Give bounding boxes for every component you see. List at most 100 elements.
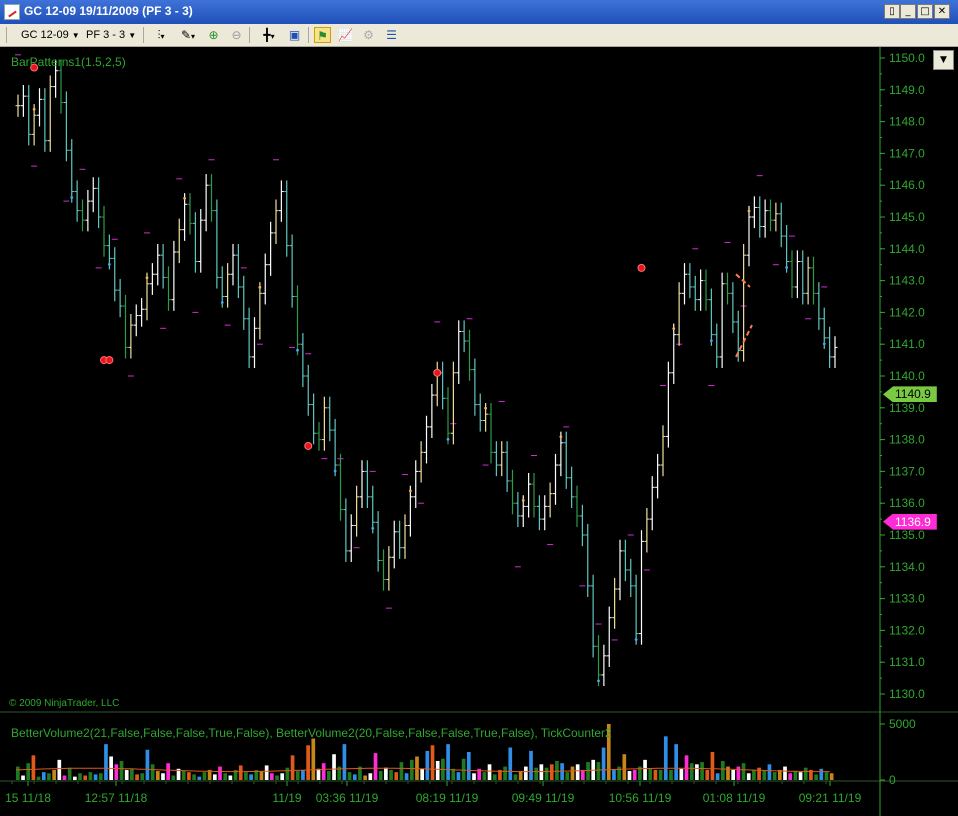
volume-bar	[741, 763, 746, 780]
volume-bar	[332, 754, 336, 780]
time-tick-label: 12:57 11/18	[85, 791, 148, 805]
price-tick-label: 1147.0	[889, 146, 925, 160]
period-selector[interactable]: PF 3 - 3 ▼	[86, 27, 136, 43]
volume-bar	[26, 763, 31, 780]
volume-bar	[140, 773, 145, 780]
volume-bar	[503, 766, 507, 780]
volume-bar	[772, 772, 777, 780]
drawing-tools-button[interactable]: ✎▾	[176, 27, 200, 43]
minimize-button[interactable]: _	[900, 4, 916, 19]
volume-bar	[363, 775, 367, 780]
maximize-button[interactable]: □	[917, 4, 933, 19]
time-tick-label: 08:19 11/19	[416, 791, 479, 805]
volume-bar	[523, 766, 528, 780]
volume-bar	[259, 771, 264, 780]
volume-bar	[420, 768, 424, 780]
pattern-dot	[559, 435, 563, 439]
reversal-dot	[105, 356, 114, 365]
time-tick-label: 11/19	[272, 791, 301, 805]
properties-button[interactable]: ⚙	[360, 27, 377, 43]
volume-bar	[67, 767, 72, 780]
price-tick-label: 1134.0	[889, 560, 925, 574]
volume-bar	[342, 744, 347, 780]
volume-bar	[124, 769, 129, 780]
close-button[interactable]: ✕	[934, 4, 950, 19]
zoom-out-icon: ⊖	[231, 28, 242, 42]
volume-bar	[555, 760, 559, 780]
close-icon: ✕	[937, 6, 947, 17]
zoom-out-button[interactable]: ⊖	[228, 27, 245, 43]
volume-bar	[435, 760, 440, 780]
pattern-dot	[597, 679, 600, 683]
volume-bar	[461, 758, 466, 780]
volume-bar	[793, 771, 798, 780]
volume-bar	[544, 767, 549, 780]
panel-menu-button[interactable]: ▼	[933, 50, 954, 70]
time-tick-label: 01:08 11/19	[703, 791, 766, 805]
strategies-button[interactable]: ⚑	[314, 27, 331, 43]
last-price-tag: 1140.9	[883, 386, 937, 403]
volume-indicator-label: BetterVolume2(21,False,False,False,True,…	[11, 726, 612, 740]
volume-bar	[767, 764, 772, 780]
volume-bar	[202, 772, 207, 780]
volume-bar	[700, 762, 704, 780]
indicators-button[interactable]: 📈	[337, 27, 354, 43]
indicator-chart-icon: 📈	[338, 28, 353, 42]
crosshair-icon: ╋	[263, 28, 271, 42]
volume-bar	[549, 764, 554, 780]
volume-bar	[21, 775, 25, 780]
data-box-button[interactable]: ▣	[286, 27, 303, 43]
pattern-dot	[258, 285, 262, 289]
price-tick-label: 1138.0	[889, 433, 925, 447]
toolbar-grip	[6, 27, 7, 43]
volume-bar	[529, 750, 533, 780]
pattern-dot	[70, 196, 74, 199]
list-icon: ☰	[386, 28, 397, 42]
volume-bar	[41, 772, 46, 780]
reversal-dot	[433, 368, 442, 377]
volume-bar	[316, 768, 321, 780]
volume-bar	[192, 774, 196, 780]
volume-bar	[710, 752, 715, 780]
app-chart-icon	[4, 4, 20, 20]
instrument-selector[interactable]: GC 12-09 ▼	[21, 27, 80, 43]
bar-style-button[interactable]: ⫶▾	[149, 27, 173, 43]
price-chart: 1150.0 1149.0 1148.0 1147.0 1146.0 1145.0 1144…	[0, 47, 958, 816]
volume-bar	[570, 766, 575, 780]
volume-bar	[581, 769, 585, 780]
price-tick-label: 1145.0	[889, 210, 925, 224]
pattern-dot	[747, 209, 751, 213]
volume-bar	[212, 774, 217, 780]
volume-bar	[36, 776, 41, 780]
volume-bar	[762, 771, 767, 780]
price-indicator-label: BarPatterns1(1.5,2,5)	[11, 55, 126, 69]
pattern-dot	[709, 339, 713, 343]
pattern-dot	[183, 196, 187, 200]
toolbar-separator	[308, 27, 309, 43]
instrument-label: GC 12-09	[21, 29, 69, 41]
volume-bar	[824, 772, 829, 780]
volume-bar	[83, 775, 88, 780]
pin-window-button[interactable]: ▯	[884, 4, 900, 19]
volume-bar	[301, 769, 305, 780]
volume-bar	[311, 738, 316, 780]
chart-area[interactable]: 1150.0 1149.0 1148.0 1147.0 1146.0 1145.0 1144…	[0, 47, 958, 816]
zoom-in-button[interactable]: ⊕	[205, 27, 222, 43]
crosshair-button[interactable]: ╋▾	[256, 27, 282, 43]
volume-bar	[466, 752, 471, 780]
price-tick-label: 1133.0	[889, 592, 925, 606]
volume-bar	[78, 773, 82, 780]
volume-bar	[155, 771, 160, 780]
volume-bar	[814, 774, 818, 780]
volume-bar	[819, 768, 824, 780]
volume-bar	[456, 772, 461, 780]
price-tick-label: 1149.0	[889, 83, 925, 97]
volume-bar	[285, 767, 290, 780]
copyright-label: © 2009 NinjaTrader, LLC	[9, 698, 120, 709]
time-tick-label: 15 11/18	[5, 791, 51, 805]
volume-bar	[472, 773, 476, 780]
strategy-icon: ⚑	[317, 29, 328, 43]
volume-bar	[98, 773, 103, 780]
zoom-in-icon: ⊕	[208, 28, 219, 42]
chart-trader-button[interactable]: ☰	[383, 27, 400, 43]
